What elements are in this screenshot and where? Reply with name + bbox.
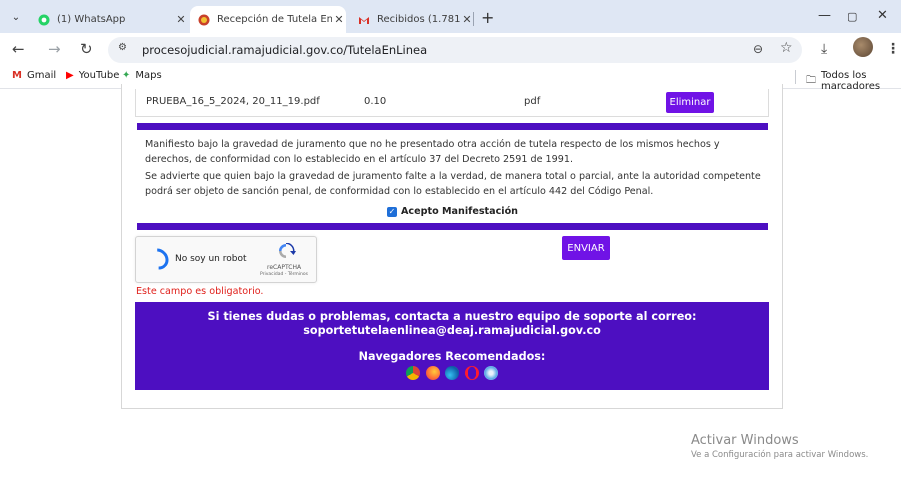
menu-dots-icon[interactable]: ⋮ [886, 41, 900, 57]
download-icon[interactable]: ⤓ [821, 41, 827, 57]
recommended-browsers [406, 366, 498, 380]
tab-recepcion-tutela[interactable]: Recepción de Tutela En Línea ✕ [190, 6, 346, 33]
tab-title: Recepción de Tutela En Línea [217, 14, 332, 25]
checkbox-checked-icon[interactable]: ✓ [387, 206, 397, 217]
support-banner: Si tienes dudas o problemas, contacta a … [135, 302, 769, 390]
back-arrow-icon[interactable]: ← [12, 40, 25, 58]
close-tab-icon[interactable]: ✕ [332, 13, 346, 26]
reload-icon[interactable]: ↻ [80, 40, 93, 58]
file-name: PRUEBA_16_5_2024, 20_11_19.pdf [146, 96, 320, 107]
bookmark-gmail[interactable]: M Gmail [12, 70, 56, 81]
bookmark-label: Maps [135, 70, 162, 81]
tab-search-chevron-icon[interactable]: ⌄ [8, 9, 24, 25]
windows-activation-title: Activar Windows [691, 433, 799, 448]
file-type: pdf [524, 96, 541, 107]
bookmarks-separator [795, 70, 796, 84]
profile-avatar[interactable] [853, 37, 873, 57]
zoom-icon[interactable]: ⊖ [753, 42, 763, 56]
tab-gmail[interactable]: Recibidos (1.781) - pilinatalie ✕ [350, 6, 474, 33]
support-email-link[interactable]: soportetutelaenlinea@deaj.ramajudicial.g… [135, 324, 769, 337]
captcha-error-message: Este campo es obligatorio. [136, 286, 264, 297]
manifest-paragraph-2: Se advierte que quien bajo la gravedad d… [145, 171, 761, 197]
file-table-row: PRUEBA_16_5_2024, 20_11_19.pdf 0.10 pdf … [135, 89, 769, 117]
bookmark-label: YouTube [78, 70, 120, 81]
support-message: Si tienes dudas o problemas, contacta a … [207, 310, 697, 323]
gmail-icon: M [12, 70, 22, 81]
edge-icon[interactable] [445, 366, 459, 380]
accept-manifest-label[interactable]: Acepto Manifestación [401, 206, 518, 217]
site-settings-icon[interactable]: ⚙ [118, 42, 127, 53]
divider-bar [137, 123, 768, 130]
bookmark-star-icon[interactable]: ☆ [780, 40, 793, 56]
recaptcha-logo-icon [279, 243, 296, 258]
manifest-paragraph-1: Manifiesto bajo la gravedad de juramento… [145, 139, 720, 165]
tab-title: Recibidos (1.781) - pilinatalie [377, 14, 460, 25]
youtube-icon: ▶ [66, 70, 74, 81]
new-tab-button[interactable]: + [481, 8, 494, 27]
whatsapp-icon [38, 14, 50, 25]
minimize-icon[interactable]: — [818, 8, 831, 23]
tab-strip: ⌄ (1) WhatsApp ✕ Recepción de Tutela En … [0, 0, 901, 33]
windows-activation-subtitle: Ve a Configuración para activar Windows. [691, 450, 869, 460]
submit-button[interactable]: ENVIAR [562, 236, 610, 260]
browsers-title: Navegadores Recomendados: [358, 350, 546, 363]
close-tab-icon[interactable]: ✕ [460, 13, 474, 26]
recaptcha-terms-link[interactable]: Privacidad - Términos [260, 272, 308, 277]
folder-icon: 🗀 [806, 74, 816, 86]
tab-title: (1) WhatsApp [57, 14, 126, 25]
recaptcha-brand: reCAPTCHA [267, 264, 302, 271]
bookmark-label: Gmail [26, 70, 57, 81]
forward-arrow-icon[interactable]: → [48, 40, 61, 58]
address-bar[interactable]: ⚙ procesojudicial.ramajudicial.gov.co/Tu… [108, 37, 802, 63]
page-content: PRUEBA_16_5_2024, 20_11_19.pdf 0.10 pdf … [0, 84, 901, 478]
delete-file-button[interactable]: Eliminar [666, 92, 714, 113]
accept-manifest-checkbox-row[interactable]: ✓ Acepto Manifestación [387, 206, 518, 217]
bookmark-maps[interactable]: ✦ Maps [122, 70, 162, 81]
close-tab-icon[interactable]: ✕ [174, 13, 188, 26]
rama-judicial-icon [198, 14, 210, 25]
tab-whatsapp[interactable]: (1) WhatsApp ✕ [30, 6, 188, 33]
opera-icon[interactable] [464, 366, 479, 380]
file-size: 0.10 [364, 96, 387, 107]
recaptcha-label[interactable]: No soy un robot [175, 254, 247, 264]
firefox-icon[interactable] [425, 366, 440, 380]
tab-separator [473, 12, 474, 26]
recaptcha-spinner-icon[interactable] [143, 244, 173, 274]
bookmark-youtube[interactable]: ▶ YouTube [66, 70, 119, 81]
restore-icon[interactable]: ▢ [847, 10, 857, 23]
chrome-icon[interactable] [406, 366, 420, 380]
safari-icon[interactable] [484, 366, 498, 380]
divider-bar [137, 223, 768, 230]
browser-toolbar: ← → ↻ ⚙ procesojudicial.ramajudicial.gov… [0, 33, 901, 65]
url-text[interactable]: procesojudicial.ramajudicial.gov.co/Tute… [142, 43, 427, 57]
close-window-icon[interactable]: ✕ [877, 8, 888, 23]
gmail-icon [359, 16, 369, 24]
recaptcha-widget[interactable]: No soy un robot reCAPTCHA Privacidad - T… [135, 236, 317, 283]
maps-icon: ✦ [122, 70, 131, 81]
